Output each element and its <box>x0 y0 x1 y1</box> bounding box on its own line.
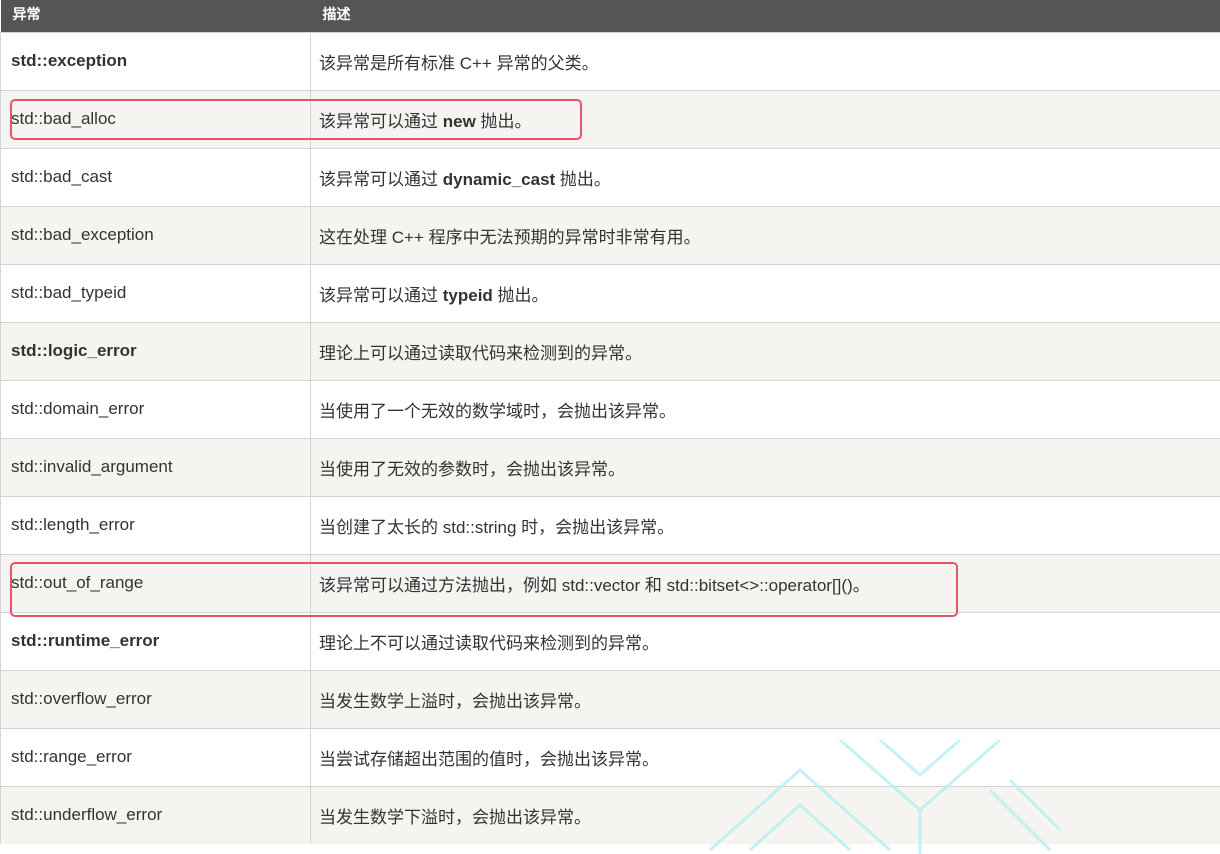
exception-name-cell: std::range_error <box>0 727 311 786</box>
exception-name-cell: std::logic_error <box>0 321 311 380</box>
table-row: std::domain_error 当使用了一个无效的数学域时，会抛出该异常。 <box>0 379 1220 438</box>
description-cell: 该异常可以通过 new 抛出。 <box>310 89 1220 148</box>
description-cell: 当使用了一个无效的数学域时，会抛出该异常。 <box>310 379 1220 438</box>
description-cell: 这在处理 C++ 程序中无法预期的异常时非常有用。 <box>310 205 1220 264</box>
table-row: std::exception 该异常是所有标准 C++ 异常的父类。 <box>0 31 1220 90</box>
header-description: 描述 <box>310 0 1220 32</box>
exception-name-cell: std::overflow_error <box>0 669 311 728</box>
description-cell: 该异常可以通过 typeid 抛出。 <box>310 263 1220 322</box>
exception-name-cell: std::out_of_range <box>0 553 311 612</box>
exception-name-cell: std::length_error <box>0 495 311 554</box>
description-cell: 当创建了太长的 std::string 时，会抛出该异常。 <box>310 495 1220 554</box>
table-row: std::out_of_range 该异常可以通过方法抛出，例如 std::vec… <box>0 553 1220 612</box>
table-row: std::bad_exception 这在处理 C++ 程序中无法预期的异常时非常… <box>0 205 1220 264</box>
description-text: 当使用了无效的参数时，会抛出该异常。 <box>319 459 625 479</box>
description-cell: 理论上不可以通过读取代码来检测到的异常。 <box>310 611 1220 670</box>
description-cell: 当发生数学下溢时，会抛出该异常。 <box>310 785 1220 844</box>
table-row: std::runtime_error 理论上不可以通过读取代码来检测到的异常。 <box>0 611 1220 670</box>
exception-name-cell: std::domain_error <box>0 379 311 438</box>
exception-table: 异常 描述 std::exception 该异常是所有标准 C++ 异常的父类。 s… <box>0 0 1220 844</box>
description-text: 当创建了太长的 std::string 时，会抛出该异常。 <box>319 517 675 537</box>
table-row: std::overflow_error 当发生数学上溢时，会抛出该异常。 <box>0 669 1220 728</box>
exception-name-cell: std::bad_cast <box>0 147 311 206</box>
description-text: 这在处理 C++ 程序中无法预期的异常时非常有用。 <box>319 227 701 247</box>
description-text: 理论上可以通过读取代码来检测到的异常。 <box>319 343 642 363</box>
description-cell: 当发生数学上溢时，会抛出该异常。 <box>310 669 1220 728</box>
description-cell: 该异常可以通过 dynamic_cast 抛出。 <box>310 147 1220 206</box>
exception-name-cell: std::bad_alloc <box>0 89 311 148</box>
header-exception: 异常 <box>0 0 311 32</box>
description-text: 理论上不可以通过读取代码来检测到的异常。 <box>319 633 659 653</box>
exception-name-cell: std::bad_typeid <box>0 263 311 322</box>
table-row: std::bad_alloc 该异常可以通过 new 抛出。 <box>0 89 1220 148</box>
description-text: 该异常可以通过 <box>319 169 443 189</box>
table-row: std::logic_error 理论上可以通过读取代码来检测到的异常。 <box>0 321 1220 380</box>
description-text: 抛出。 <box>475 111 532 131</box>
exception-name-cell: std::invalid_argument <box>0 437 311 496</box>
description-text: 抛出。 <box>555 169 611 189</box>
description-text: 当使用了一个无效的数学域时，会抛出该异常。 <box>319 401 676 421</box>
table-header-row: 异常 描述 <box>0 0 1220 32</box>
exception-name-cell: std::bad_exception <box>0 205 311 264</box>
code-keyword: dynamic_cast <box>442 169 556 189</box>
description-cell: 当尝试存储超出范围的值时，会抛出该异常。 <box>310 727 1220 786</box>
code-keyword: new <box>442 111 476 131</box>
description-cell: 当使用了无效的参数时，会抛出该异常。 <box>310 437 1220 496</box>
table-row: std::bad_typeid 该异常可以通过 typeid 抛出。 <box>0 263 1220 322</box>
description-cell: 理论上可以通过读取代码来检测到的异常。 <box>310 321 1220 380</box>
description-text: 抛出。 <box>492 285 549 305</box>
description-text: 该异常可以通过 <box>319 111 443 131</box>
description-text: 该异常可以通过 <box>319 285 443 305</box>
page: 异常 描述 std::exception 该异常是所有标准 C++ 异常的父类。 s… <box>0 0 1220 854</box>
table-row: std::length_error 当创建了太长的 std::string 时，会… <box>0 495 1220 554</box>
description-text: 该异常可以通过方法抛出，例如 std::vector 和 std::bitset… <box>319 575 870 595</box>
table-row: std::range_error 当尝试存储超出范围的值时，会抛出该异常。 <box>0 727 1220 786</box>
table-row: std::bad_cast 该异常可以通过 dynamic_cast 抛出。 <box>0 147 1220 206</box>
code-keyword: typeid <box>442 285 493 305</box>
description-cell: 该异常是所有标准 C++ 异常的父类。 <box>310 31 1220 90</box>
description-text: 该异常是所有标准 C++ 异常的父类。 <box>319 53 599 73</box>
exception-name-cell: std::underflow_error <box>0 785 311 844</box>
description-text: 当发生数学下溢时，会抛出该异常。 <box>319 807 591 827</box>
description-cell: 该异常可以通过方法抛出，例如 std::vector 和 std::bitset… <box>310 553 1220 612</box>
table-row: std::invalid_argument 当使用了无效的参数时，会抛出该异常。 <box>0 437 1220 496</box>
table-body: std::exception 该异常是所有标准 C++ 异常的父类。std::ba… <box>0 31 1220 844</box>
description-text: 当发生数学上溢时，会抛出该异常。 <box>319 691 591 711</box>
exception-name-cell: std::runtime_error <box>0 611 311 670</box>
exception-name-cell: std::exception <box>0 31 311 90</box>
description-text: 当尝试存储超出范围的值时，会抛出该异常。 <box>319 749 659 769</box>
table-row: std::underflow_error 当发生数学下溢时，会抛出该异常。 <box>0 785 1220 844</box>
